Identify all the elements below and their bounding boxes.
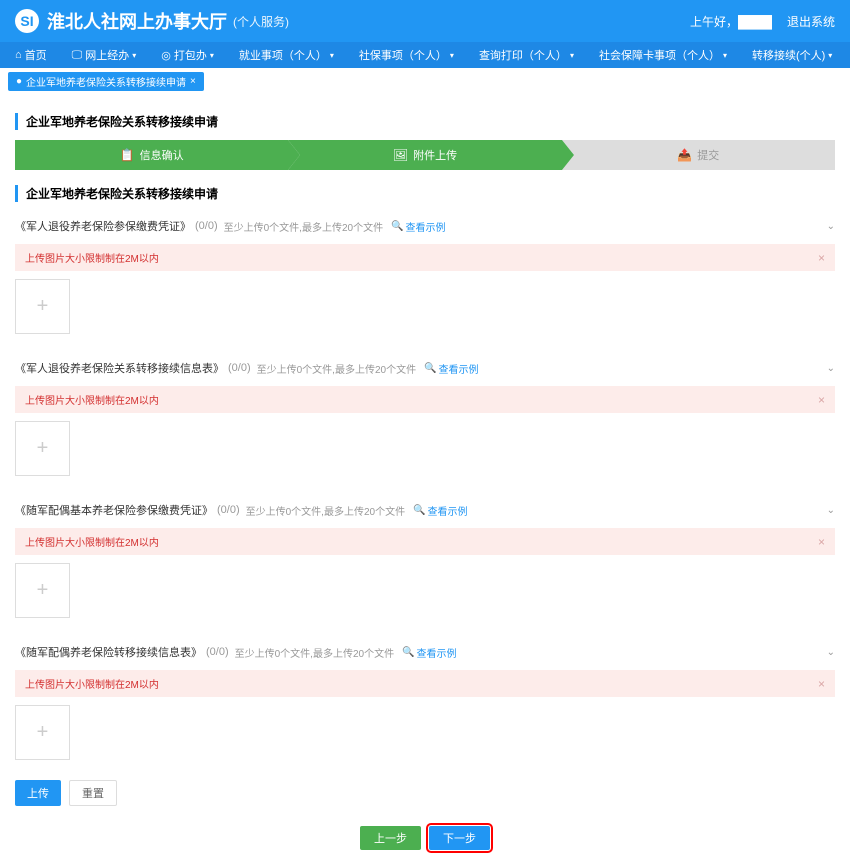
warning-bar: 上传图片大小限制制在2M以内 × bbox=[15, 670, 835, 697]
view-example-link[interactable]: 🔍查看示例 bbox=[391, 219, 445, 234]
image-icon: 🖼 bbox=[393, 148, 408, 162]
prev-step-button[interactable]: 上一步 bbox=[360, 826, 421, 850]
view-example-link[interactable]: 🔍查看示例 bbox=[424, 361, 478, 376]
search-icon: 🔍 bbox=[424, 363, 436, 374]
nav-query[interactable]: 查询打印（个人）▾ bbox=[479, 47, 574, 63]
upload-count: (0/0) bbox=[195, 220, 218, 232]
step-confirm: 📋信息确认 bbox=[15, 140, 288, 170]
chevron-down-icon: ▾ bbox=[132, 51, 136, 60]
close-icon[interactable]: × bbox=[190, 76, 196, 87]
search-icon: 🔍 bbox=[391, 221, 403, 232]
reset-button[interactable]: 重置 bbox=[69, 780, 117, 806]
warning-bar: 上传图片大小限制制在2M以内 × bbox=[15, 244, 835, 271]
upload-title: 《军人退役养老保险参保缴费凭证》 bbox=[15, 218, 191, 234]
upload-hint: 至少上传0个文件,最多上传20个文件 bbox=[235, 645, 394, 660]
step-submit: 📤提交 bbox=[562, 140, 835, 170]
upload-section: 《军人退役养老保险关系转移接续信息表》 (0/0) 至少上传0个文件,最多上传2… bbox=[15, 354, 835, 476]
chevron-down-icon: ▾ bbox=[330, 51, 334, 60]
upload-section: 《随军配偶养老保险转移接续信息表》 (0/0) 至少上传0个文件,最多上传20个… bbox=[15, 638, 835, 760]
warning-text: 上传图片大小限制制在2M以内 bbox=[25, 250, 159, 265]
upload-title: 《随军配偶基本养老保险参保缴费凭证》 bbox=[15, 502, 213, 518]
upload-count: (0/0) bbox=[228, 362, 251, 374]
warning-bar: 上传图片大小限制制在2M以内 × bbox=[15, 528, 835, 555]
nav-social[interactable]: 社保事项（个人）▾ bbox=[359, 47, 454, 63]
nav-home[interactable]: ⌂首页 bbox=[15, 47, 47, 63]
chevron-down-icon: ▾ bbox=[570, 51, 574, 60]
upload-dropzone[interactable]: + bbox=[15, 279, 70, 334]
upload-section: 《军人退役养老保险参保缴费凭证》 (0/0) 至少上传0个文件,最多上传20个文… bbox=[15, 212, 835, 334]
upload-dropzone[interactable]: + bbox=[15, 705, 70, 760]
upload-dropzone[interactable]: + bbox=[15, 421, 70, 476]
breadcrumb-label: 企业军地养老保险关系转移接续申请 bbox=[26, 74, 186, 89]
close-icon[interactable]: × bbox=[818, 393, 825, 407]
chevron-down-icon: ▾ bbox=[723, 51, 727, 60]
chevron-down-icon: ▾ bbox=[450, 51, 454, 60]
upload-section: 《随军配偶基本养老保险参保缴费凭证》 (0/0) 至少上传0个文件,最多上传20… bbox=[15, 496, 835, 618]
close-icon[interactable]: × bbox=[818, 251, 825, 265]
nav-packages[interactable]: ◎打包办▾ bbox=[161, 47, 214, 63]
warning-bar: 上传图片大小限制制在2M以内 × bbox=[15, 386, 835, 413]
chevron-down-icon[interactable]: ⌄ bbox=[827, 505, 835, 516]
package-icon: ◎ bbox=[161, 49, 171, 62]
breadcrumb-tag[interactable]: ● 企业军地养老保险关系转移接续申请 × bbox=[8, 72, 204, 91]
warning-text: 上传图片大小限制制在2M以内 bbox=[25, 392, 159, 407]
search-icon: 🔍 bbox=[413, 505, 425, 516]
chevron-down-icon[interactable]: ⌄ bbox=[827, 647, 835, 658]
view-example-link[interactable]: 🔍查看示例 bbox=[413, 503, 467, 518]
chevron-down-icon[interactable]: ⌄ bbox=[827, 363, 835, 374]
home-icon: ⌂ bbox=[15, 49, 22, 61]
view-example-link[interactable]: 🔍查看示例 bbox=[402, 645, 456, 660]
upload-title: 《随军配偶养老保险转移接续信息表》 bbox=[15, 644, 202, 660]
logo-icon: SI bbox=[15, 9, 39, 33]
warning-text: 上传图片大小限制制在2M以内 bbox=[25, 534, 159, 549]
page-title: 企业军地养老保险关系转移接续申请 bbox=[15, 113, 835, 130]
upload-dropzone[interactable]: + bbox=[15, 563, 70, 618]
logo-subtitle: (个人服务) bbox=[233, 13, 289, 30]
nav-online[interactable]: 🖵网上经办▾ bbox=[72, 47, 137, 63]
close-icon[interactable]: × bbox=[818, 535, 825, 549]
upload-count: (0/0) bbox=[206, 646, 229, 658]
greeting-text: 上午好，████ bbox=[690, 13, 772, 30]
step-indicator: 📋信息确认 🖼附件上传 📤提交 bbox=[15, 140, 835, 170]
logout-link[interactable]: 退出系统 bbox=[787, 13, 835, 30]
warning-text: 上传图片大小限制制在2M以内 bbox=[25, 676, 159, 691]
logo-text: 淮北人社网上办事大厅 bbox=[47, 8, 227, 34]
section-title: 企业军地养老保险关系转移接续申请 bbox=[15, 185, 835, 202]
nav-transfer[interactable]: 转移接续(个人)▾ bbox=[752, 47, 832, 63]
chevron-down-icon: ▾ bbox=[828, 51, 832, 60]
submit-icon: 📤 bbox=[677, 148, 692, 162]
nav-card[interactable]: 社会保障卡事项（个人）▾ bbox=[599, 47, 727, 63]
upload-hint: 至少上传0个文件,最多上传20个文件 bbox=[224, 219, 383, 234]
nav-employment[interactable]: 就业事项（个人）▾ bbox=[239, 47, 334, 63]
upload-hint: 至少上传0个文件,最多上传20个文件 bbox=[257, 361, 416, 376]
close-icon[interactable]: × bbox=[818, 677, 825, 691]
upload-count: (0/0) bbox=[217, 504, 240, 516]
chevron-down-icon[interactable]: ⌄ bbox=[827, 221, 835, 232]
upload-hint: 至少上传0个文件,最多上传20个文件 bbox=[246, 503, 405, 518]
form-icon: 📋 bbox=[120, 148, 135, 162]
upload-title: 《军人退役养老保险关系转移接续信息表》 bbox=[15, 360, 224, 376]
next-step-button[interactable]: 下一步 bbox=[429, 826, 490, 850]
dot-icon: ● bbox=[16, 76, 22, 87]
monitor-icon: 🖵 bbox=[72, 49, 83, 62]
upload-button[interactable]: 上传 bbox=[15, 780, 61, 806]
step-upload: 🖼附件上传 bbox=[288, 140, 561, 170]
chevron-down-icon: ▾ bbox=[210, 51, 214, 60]
search-icon: 🔍 bbox=[402, 647, 414, 658]
